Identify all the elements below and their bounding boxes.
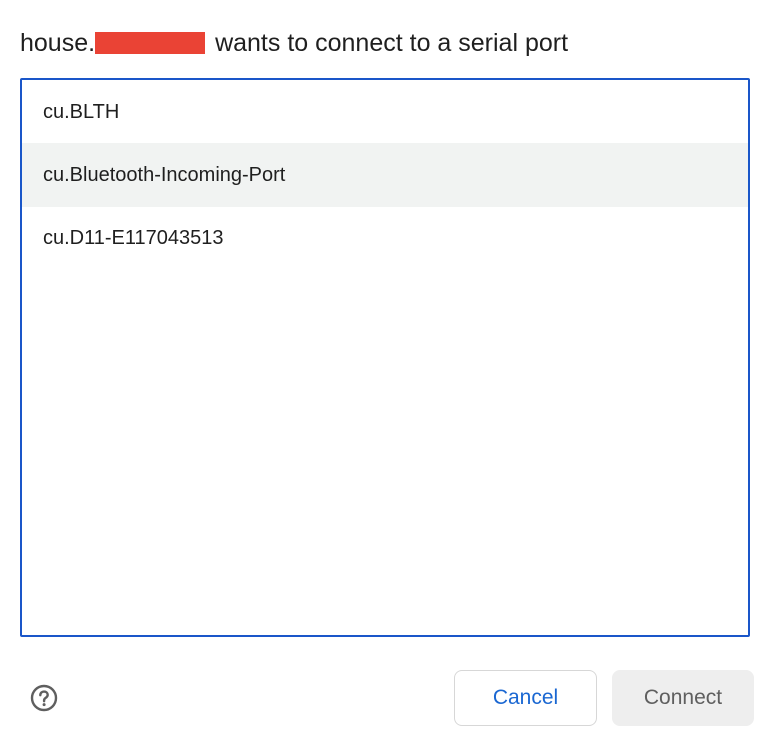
serial-port-list[interactable]: cu.BLTH cu.Bluetooth-Incoming-Port cu.D1… <box>20 78 750 637</box>
serial-port-dialog: house. wants to connect to a serial port … <box>0 0 780 750</box>
port-list-item[interactable]: cu.BLTH <box>22 80 748 144</box>
title-origin-prefix: house. <box>20 28 96 57</box>
port-list-item[interactable]: cu.D11-E117043513 <box>22 206 748 270</box>
cancel-button[interactable]: Cancel <box>454 670 597 726</box>
port-label: cu.Bluetooth-Incoming-Port <box>43 163 286 186</box>
port-list-item[interactable]: cu.Bluetooth-Incoming-Port <box>22 143 748 207</box>
dialog-title: house. wants to connect to a serial port <box>20 24 568 62</box>
connect-button[interactable]: Connect <box>612 670 754 726</box>
port-label: cu.BLTH <box>43 100 120 123</box>
title-request-text: wants to connect to a serial port <box>215 28 569 57</box>
redacted-origin <box>95 32 206 54</box>
port-label: cu.D11-E117043513 <box>43 226 224 249</box>
help-circle-icon[interactable] <box>30 684 58 712</box>
